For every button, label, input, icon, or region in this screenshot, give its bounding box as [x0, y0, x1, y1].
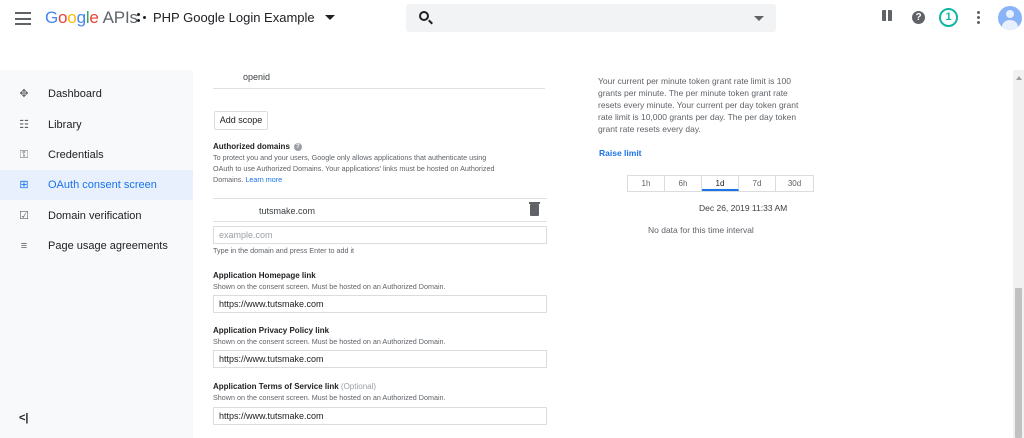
domain-input[interactable]: example.com: [213, 226, 547, 244]
sidebar-item-label: Dashboard: [48, 88, 102, 100]
terms-of-service-help: Shown on the consent screen. Must be hos…: [213, 393, 446, 402]
sidebar-item-library[interactable]: ☷ Library: [0, 110, 193, 140]
domain-icon: ☑: [19, 210, 29, 222]
homepage-link-input[interactable]: https://www.tutsmake.com: [213, 295, 547, 313]
optional-label: (Optional): [340, 382, 377, 391]
tab-7d[interactable]: 7d: [739, 176, 776, 191]
sidebar-item-domain-verification[interactable]: ☑ Domain verification: [0, 201, 193, 231]
sidebar-item-label: Library: [48, 119, 82, 131]
sidebar-item-label: Credentials: [48, 149, 104, 161]
delete-icon[interactable]: [529, 202, 540, 216]
add-scope-button[interactable]: Add scope: [214, 111, 268, 130]
terms-of-service-title: Application Terms of Service link: [213, 382, 339, 391]
quota-line: grant rate resets every day.: [598, 124, 701, 134]
logo-letter: o: [67, 8, 77, 27]
scroll-up-icon[interactable]: [1016, 76, 1022, 80]
project-icon: [137, 12, 147, 23]
vertical-scrollbar[interactable]: [1013, 70, 1024, 438]
sidebar-item-label: Page usage agreements: [48, 240, 168, 252]
library-icon: ☷: [19, 119, 29, 131]
project-selector[interactable]: PHP Google Login Example: [137, 10, 335, 25]
search-input[interactable]: [406, 4, 776, 32]
time-range-tabs: 1h 6h 1d 7d 30d: [627, 175, 814, 192]
timestamp: Dec 26, 2019 11:33 AM: [699, 203, 788, 213]
sidebar-item-label: OAuth consent screen: [48, 179, 157, 191]
homepage-link-title: Application Homepage link: [213, 271, 316, 280]
authorized-domain-value: tutsmake.com: [259, 206, 316, 216]
help-line: OAuth to use Authorized Domains. Your ap…: [213, 164, 495, 173]
scope-item: openid: [243, 72, 271, 82]
domain-input-hint: Type in the domain and press Enter to ad…: [213, 246, 355, 255]
sidebar-item-oauth-consent-screen[interactable]: ⊞ OAuth consent screen: [0, 170, 193, 200]
help-icon[interactable]: ?: [912, 11, 925, 24]
help-line: To protect you and your users, Google on…: [213, 153, 487, 162]
key-icon: ⚿: [19, 149, 29, 161]
main-content: openid Add scope Authorized domains? To …: [193, 70, 1024, 438]
tab-1d[interactable]: 1d: [702, 176, 739, 191]
authorized-domains-heading: Authorized domains?: [213, 142, 302, 151]
top-app-bar: Google APIs PHP Google Login Example ? 1: [0, 0, 1024, 37]
no-data-message: No data for this time interval: [648, 225, 754, 235]
scope-list: openid: [213, 70, 545, 89]
quota-line: grants per minute. The per minute token …: [598, 88, 788, 98]
dashboard-icon: ✥: [19, 88, 29, 100]
scrollbar-thumb[interactable]: [1015, 288, 1022, 438]
tab-6h[interactable]: 6h: [665, 176, 702, 191]
sidebar: ✥ Dashboard ☷ Library ⚿ Credentials ⊞ OA…: [0, 70, 193, 438]
logo-letter: e: [89, 8, 99, 27]
consent-icon: ⊞: [19, 179, 29, 191]
quota-line: Your current per minute token grant rate…: [598, 76, 791, 86]
help-icon[interactable]: ?: [293, 143, 302, 151]
project-name: PHP Google Login Example: [153, 10, 315, 25]
terms-of-service-heading: Application Terms of Service link (Optio…: [213, 382, 376, 391]
privacy-policy-title: Application Privacy Policy link: [213, 326, 330, 335]
google-apis-logo[interactable]: Google APIs: [45, 8, 138, 28]
help-line-last: Domains. Learn more: [213, 175, 283, 184]
logo-letter: g: [76, 8, 86, 27]
sidebar-item-page-usage-agreements[interactable]: ≡ Page usage agreements: [0, 231, 193, 261]
authorized-domain-row: tutsmake.com: [213, 198, 547, 222]
tab-30d[interactable]: 30d: [776, 176, 813, 191]
notification-icon[interactable]: 1: [939, 8, 958, 27]
search-icon: [419, 11, 429, 21]
chevron-down-icon[interactable]: [754, 16, 764, 21]
menu-icon[interactable]: [15, 12, 31, 25]
raise-limit-link[interactable]: Raise limit: [599, 148, 642, 158]
sidebar-item-label: Domain verification: [48, 210, 142, 222]
quota-line: resets every minute. Your current per da…: [598, 100, 799, 110]
more-vert-icon[interactable]: [977, 11, 980, 26]
collapse-sidebar-icon[interactable]: <|: [19, 412, 29, 424]
gift-icon[interactable]: [882, 10, 892, 21]
privacy-policy-input[interactable]: https://www.tutsmake.com: [213, 350, 547, 368]
homepage-link-help: Shown on the consent screen. Must be hos…: [213, 282, 446, 291]
authorized-domains-help: To protect you and your users, Google on…: [213, 152, 494, 185]
agreements-icon: ≡: [20, 240, 28, 252]
chevron-down-icon: [324, 15, 335, 20]
sidebar-item-dashboard[interactable]: ✥ Dashboard: [0, 79, 193, 109]
logo-letter: o: [58, 8, 68, 27]
logo-letter: G: [45, 8, 59, 27]
authorized-domains-title: Authorized domains: [213, 142, 290, 151]
quota-description: Your current per minute token grant rate…: [598, 75, 823, 135]
privacy-policy-help: Shown on the consent screen. Must be hos…: [213, 337, 446, 346]
learn-more-link[interactable]: Learn more: [245, 175, 282, 184]
sidebar-item-credentials[interactable]: ⚿ Credentials: [0, 140, 193, 170]
avatar-icon[interactable]: [998, 6, 1022, 30]
terms-of-service-input[interactable]: https://www.tutsmake.com: [213, 407, 547, 425]
logo-suffix: APIs: [102, 8, 138, 27]
tab-1h[interactable]: 1h: [628, 176, 665, 191]
quota-line: rate limit is 10,000 grants per day. The…: [598, 112, 797, 122]
